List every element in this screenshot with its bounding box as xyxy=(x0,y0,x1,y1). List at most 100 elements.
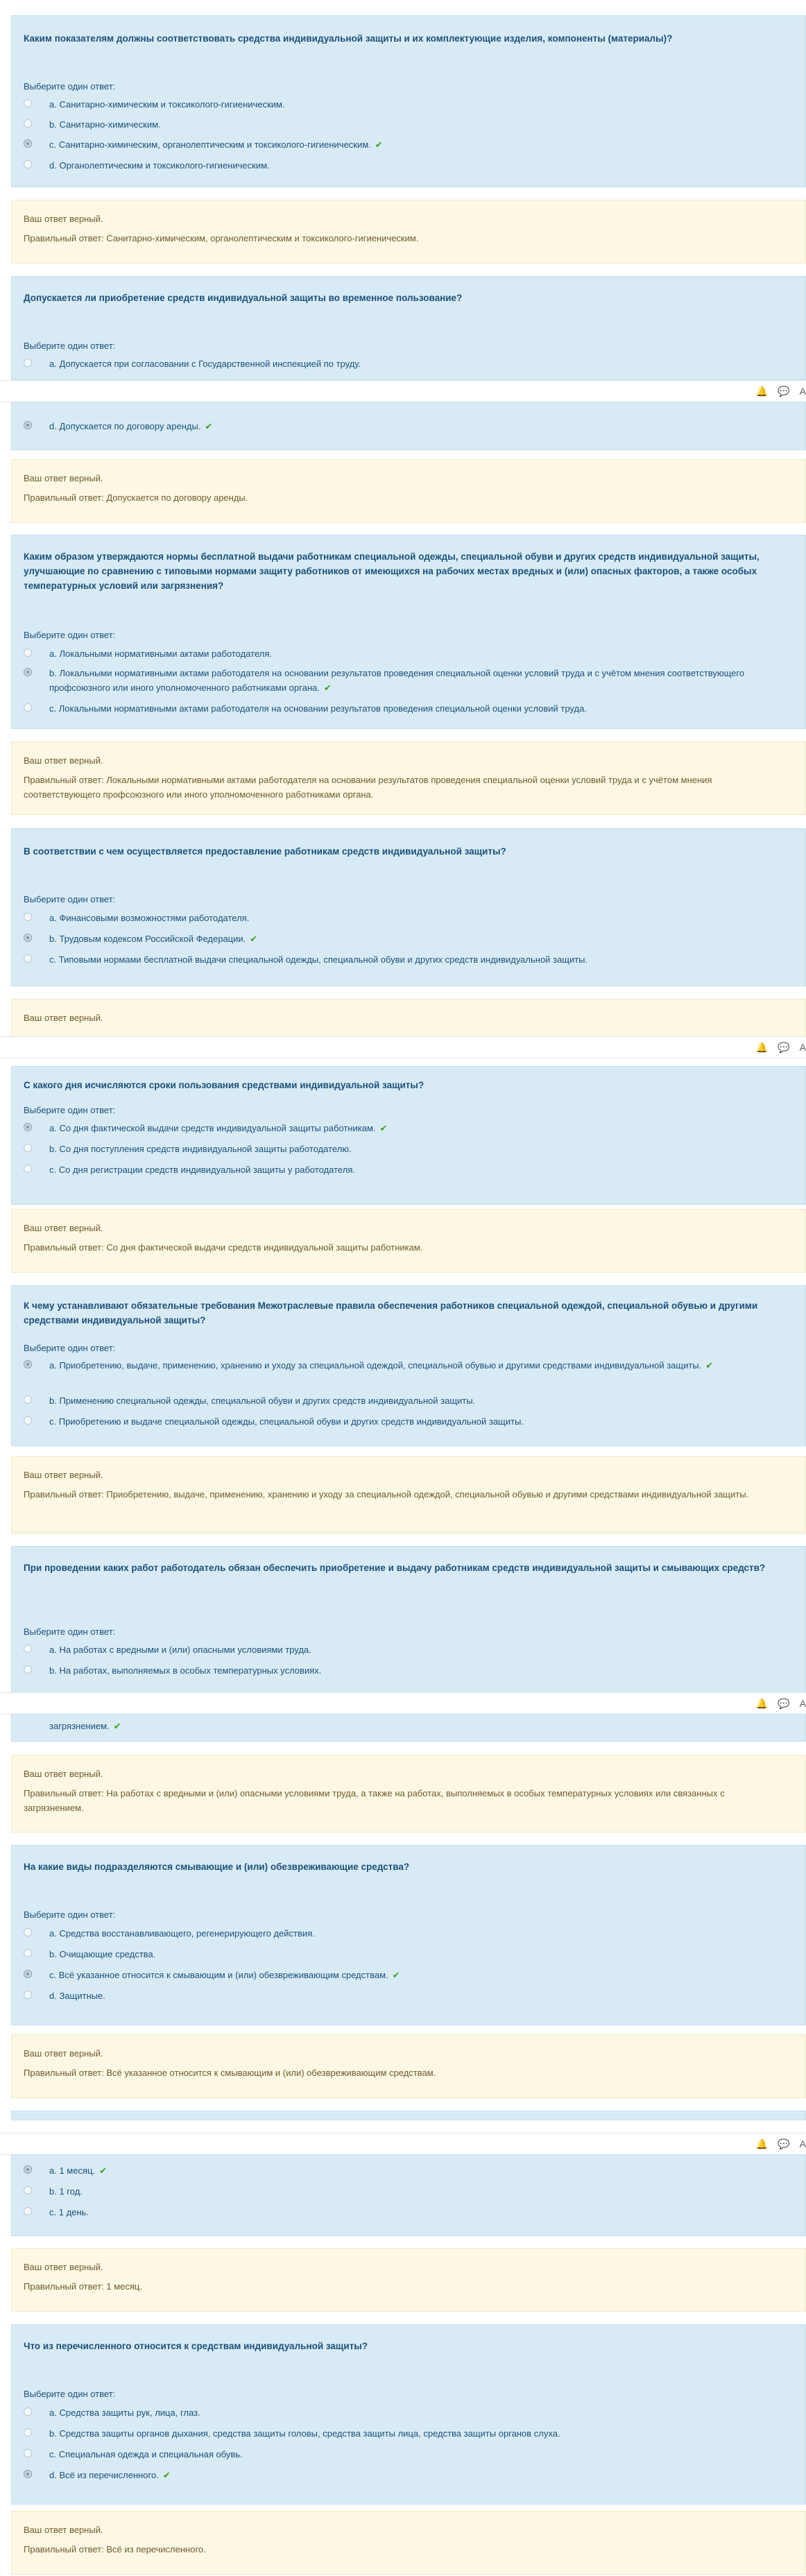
toolbar: 🔔 💬 А xyxy=(0,1692,806,1715)
feedback-box: Ваш ответ верный. Правильный ответ: Лока… xyxy=(11,741,806,815)
answer-prompt: Выберите один ответ: xyxy=(24,81,116,92)
feedback-answer: Правильный ответ: Всё из перечисленного. xyxy=(24,2544,206,2554)
feedback-status: Ваш ответ верный. xyxy=(24,1769,103,1779)
toolbar-label[interactable]: А xyxy=(800,386,806,397)
feedback-box: Ваш ответ верный. Правильный ответ: На р… xyxy=(11,1755,806,1832)
radio-button[interactable] xyxy=(24,703,32,712)
radio-button[interactable] xyxy=(24,1928,32,1937)
question-text: Допускается ли приобретение средств инди… xyxy=(24,293,463,303)
radio-button[interactable] xyxy=(24,1949,32,1957)
question-text: С какого дня исчисляются сроки пользован… xyxy=(24,1080,425,1090)
feedback-status: Ваш ответ верный. xyxy=(24,1470,103,1480)
feedback-box: Ваш ответ верный. Правильный ответ: Допу… xyxy=(11,459,806,523)
checkmark-icon: ✔ xyxy=(250,934,258,944)
radio-button-selected[interactable] xyxy=(24,421,32,429)
feedback-answer: Правильный ответ: Приобретению, выдаче, … xyxy=(24,1489,749,1500)
radio-button-selected[interactable] xyxy=(24,1970,32,1978)
feedback-box: Ваш ответ верный. Правильный ответ: 1 ме… xyxy=(11,2248,806,2312)
radio-button[interactable] xyxy=(24,359,32,367)
radio-button[interactable] xyxy=(24,160,32,169)
question-card: В соответствии с чем осуществляется пред… xyxy=(11,828,806,986)
feedback-status: Ваш ответ верный. xyxy=(24,2525,103,2535)
radio-button[interactable] xyxy=(24,2428,32,2437)
question-card: d. Допускается по договору аренды. ✔ xyxy=(11,402,806,450)
radio-button[interactable] xyxy=(24,2449,32,2457)
radio-button[interactable] xyxy=(24,1991,32,1999)
question-card: загрязнением. ✔ xyxy=(11,1714,806,1742)
checkmark-icon: ✔ xyxy=(162,2470,171,2480)
question-text: Каким показателям должны соответствовать… xyxy=(24,33,673,44)
bell-icon[interactable]: 🔔 xyxy=(756,386,768,397)
radio-button[interactable] xyxy=(24,1165,32,1173)
feedback-answer: Правильный ответ: Локальными нормативным… xyxy=(24,775,712,800)
feedback-answer: Правильный ответ: Санитарно-химическим, … xyxy=(24,233,419,243)
question-card: К чему устанавливают обязательные требов… xyxy=(11,1285,806,1446)
radio-button[interactable] xyxy=(24,954,32,963)
bell-icon[interactable]: 🔔 xyxy=(756,1042,768,1054)
answer-prompt: Выберите один ответ: xyxy=(24,1909,116,1920)
toolbar-label[interactable]: А xyxy=(800,1698,806,1709)
toolbar-label[interactable]: А xyxy=(800,2138,806,2149)
checkmark-icon: ✔ xyxy=(379,1123,388,1133)
feedback-box: Ваш ответ верный. Правильный ответ: Всё … xyxy=(11,2511,806,2575)
checkmark-icon: ✔ xyxy=(392,1970,400,1980)
feedback-box: Ваш ответ верный. Правильный ответ: Со д… xyxy=(11,1209,806,1273)
chat-icon[interactable]: 💬 xyxy=(778,386,789,397)
toolbar: 🔔 💬 А xyxy=(0,2133,806,2155)
radio-button-selected[interactable] xyxy=(24,2470,32,2478)
question-text: Что из перечисленного относится к средст… xyxy=(24,2341,368,2351)
question-card: Допускается ли приобретение средств инди… xyxy=(11,276,806,380)
checkmark-icon: ✔ xyxy=(113,1721,121,1731)
question-card: Что из перечисленного относится к средст… xyxy=(11,2324,806,2505)
feedback-status: Ваш ответ верный. xyxy=(24,1013,103,1023)
feedback-box: Ваш ответ верный. Правильный ответ: Сани… xyxy=(11,200,806,264)
feedback-status: Ваш ответ верный. xyxy=(24,2048,103,2059)
radio-button[interactable] xyxy=(24,1144,32,1152)
toolbar: 🔔 💬 А xyxy=(0,1036,806,1058)
bell-icon[interactable]: 🔔 xyxy=(756,2138,768,2150)
radio-button-selected[interactable] xyxy=(24,1123,32,1131)
answer-prompt: Выберите один ответ: xyxy=(24,341,116,351)
radio-button[interactable] xyxy=(24,2407,32,2416)
toolbar-label[interactable]: А xyxy=(800,1042,806,1053)
feedback-status: Ваш ответ верный. xyxy=(24,214,103,224)
question-card: С какого дня исчисляются сроки пользован… xyxy=(11,1066,806,1205)
radio-button-selected[interactable] xyxy=(24,139,32,148)
radio-button[interactable] xyxy=(24,913,32,921)
bell-icon[interactable]: 🔔 xyxy=(756,1698,768,1710)
question-card: a. 1 месяц. ✔ b. 1 год. c. 1 день. xyxy=(11,2154,806,2236)
radio-button[interactable] xyxy=(24,99,32,108)
question-card xyxy=(11,2111,806,2120)
answer-prompt: Выберите один ответ: xyxy=(24,1626,116,1637)
radio-button-selected[interactable] xyxy=(24,2165,32,2174)
question-text: При проведении каких работ работодатель … xyxy=(24,1563,766,1573)
question-text: К чему устанавливают обязательные требов… xyxy=(24,1300,758,1325)
radio-button-selected[interactable] xyxy=(24,668,32,676)
radio-button-selected[interactable] xyxy=(24,1360,32,1368)
radio-button[interactable] xyxy=(24,2207,32,2215)
checkmark-icon: ✔ xyxy=(99,2165,107,2176)
radio-button[interactable] xyxy=(24,1396,32,1404)
answer-prompt: Выберите один ответ: xyxy=(24,630,116,640)
radio-button[interactable] xyxy=(24,1665,32,1674)
question-card: Каким образом утверждаются нормы бесплат… xyxy=(11,535,806,729)
chat-icon[interactable]: 💬 xyxy=(778,1698,789,1710)
feedback-status: Ваш ответ верный. xyxy=(24,2262,103,2272)
answer-prompt: Выберите один ответ: xyxy=(24,1105,116,1115)
radio-button-selected[interactable] xyxy=(24,934,32,942)
radio-button[interactable] xyxy=(24,1645,32,1653)
chat-icon[interactable]: 💬 xyxy=(778,1042,789,1054)
radio-button[interactable] xyxy=(24,649,32,657)
chat-icon[interactable]: 💬 xyxy=(778,2138,789,2150)
checkmark-icon: ✔ xyxy=(323,682,332,693)
radio-button[interactable] xyxy=(24,2186,32,2195)
question-text: В соответствии с чем осуществляется пред… xyxy=(24,846,506,857)
feedback-answer: Правильный ответ: 1 месяц. xyxy=(24,2281,142,2292)
question-card: Каким показателям должны соответствовать… xyxy=(11,15,806,187)
radio-button[interactable] xyxy=(24,1416,32,1425)
feedback-box: Ваш ответ верный. xyxy=(11,999,806,1042)
feedback-status: Ваш ответ верный. xyxy=(24,473,103,483)
question-text: Каким образом утверждаются нормы бесплат… xyxy=(24,551,760,591)
radio-button[interactable] xyxy=(24,119,32,128)
feedback-status: Ваш ответ верный. xyxy=(24,755,103,766)
